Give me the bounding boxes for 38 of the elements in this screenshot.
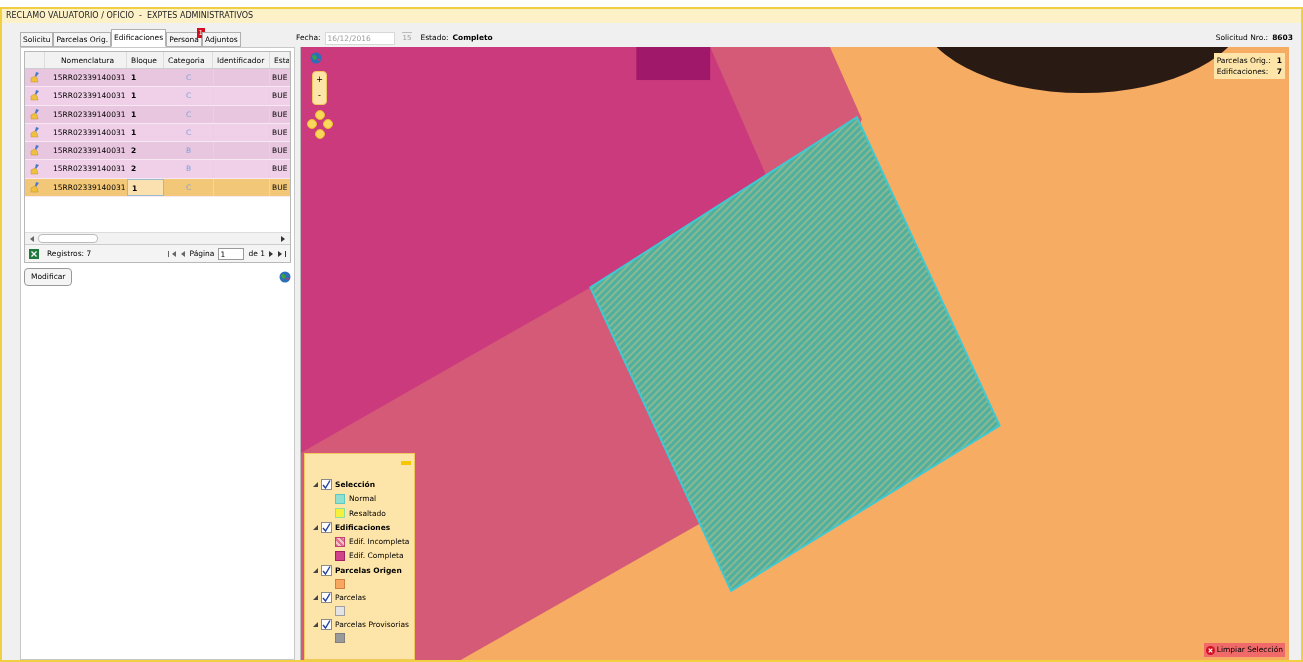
brush-icon[interactable]: [30, 127, 40, 139]
zoom-in-button[interactable]: +: [316, 76, 323, 84]
brush-icon[interactable]: [30, 72, 40, 84]
layer-checkbox[interactable]: [321, 619, 332, 631]
legend-swatch: [335, 550, 345, 561]
first-page-icon[interactable]: [168, 250, 177, 257]
expand-arrow-icon[interactable]: [313, 524, 318, 530]
globe-icon[interactable]: [279, 271, 291, 283]
next-page-icon[interactable]: [269, 250, 274, 257]
brush-icon[interactable]: [30, 181, 40, 193]
legend-swatch: [335, 633, 345, 644]
brush-icon[interactable]: [30, 145, 40, 157]
pan-control-icon[interactable]: [307, 110, 333, 140]
last-page-icon[interactable]: [278, 250, 286, 257]
legend-swatch: [335, 606, 345, 616]
legend-swatch: [335, 578, 345, 589]
legend-swatch: [335, 536, 345, 547]
window-title: RECLAMO VALUATORIO / OFICIO - EXPTES ADMINISTRATIVOS: [2, 9, 1301, 23]
previous-page-icon[interactable]: [180, 250, 186, 257]
zoom-out-button[interactable]: -: [318, 92, 321, 100]
brush-icon[interactable]: [30, 90, 40, 102]
layer-checkbox[interactable]: [321, 591, 332, 603]
excel-icon[interactable]: [29, 248, 39, 259]
legend-swatch: [335, 508, 345, 519]
expand-arrow-icon[interactable]: [313, 567, 318, 573]
scroll-right-icon[interactable]: [281, 235, 286, 242]
layer-checkbox[interactable]: [321, 564, 332, 576]
expand-arrow-icon[interactable]: [313, 594, 318, 600]
layer-checkbox[interactable]: [321, 479, 332, 491]
close-icon: [1205, 645, 1215, 655]
scroll-left-icon[interactable]: [29, 235, 34, 242]
brush-icon[interactable]: [30, 108, 40, 120]
layer-checkbox[interactable]: [321, 521, 332, 533]
expand-arrow-icon[interactable]: [313, 622, 318, 628]
horizontal-scrollbar[interactable]: [25, 232, 290, 244]
expand-arrow-icon[interactable]: [313, 482, 318, 488]
legend-swatch: [335, 493, 345, 504]
brush-icon[interactable]: [30, 163, 40, 175]
